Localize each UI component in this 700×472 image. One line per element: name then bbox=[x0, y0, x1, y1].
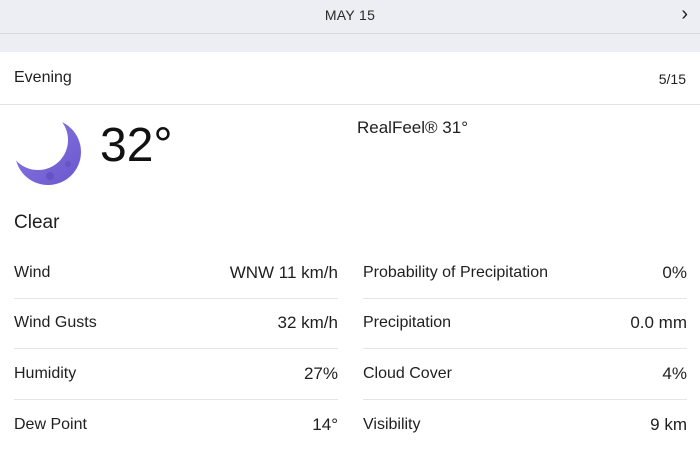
period-title: Evening bbox=[14, 69, 72, 86]
detail-label: Wind bbox=[14, 263, 51, 281]
temperature: 32° bbox=[100, 119, 173, 172]
short-date: 5/15 bbox=[658, 71, 686, 87]
detail-label: Humidity bbox=[14, 364, 77, 382]
detail-label: Visibility bbox=[363, 415, 421, 433]
detail-value: 9 km bbox=[650, 414, 687, 434]
detail-value: 14° bbox=[312, 414, 338, 434]
detail-label: Wind Gusts bbox=[14, 314, 97, 332]
card-header: Evening 5/15 bbox=[0, 52, 700, 105]
detail-row-precip-probability: Probability of Precipitation 0% bbox=[363, 248, 687, 299]
detail-row-wind: Wind WNW 11 km/h bbox=[14, 248, 338, 299]
detail-label: Cloud Cover bbox=[363, 364, 452, 382]
details-right: Probability of Precipitation 0% Precipit… bbox=[363, 248, 687, 450]
date-label: MAY 15 bbox=[324, 7, 376, 23]
detail-row-cloud-cover: Cloud Cover 4% bbox=[363, 349, 687, 400]
moon-icon bbox=[15, 119, 81, 185]
detail-label: Dew Point bbox=[14, 415, 87, 433]
detail-value: 4% bbox=[662, 363, 687, 383]
detail-value: 27% bbox=[303, 363, 338, 383]
chevron-right-icon[interactable]: › bbox=[681, 4, 688, 24]
detail-row-visibility: Visibility 9 km bbox=[363, 400, 687, 451]
detail-value: 32 km/h bbox=[277, 313, 338, 333]
date-navigation-bar: MAY 15 › bbox=[0, 0, 700, 34]
detail-row-humidity: Humidity 27% bbox=[14, 349, 338, 400]
detail-value: 0% bbox=[662, 262, 687, 282]
details-left: Wind WNW 11 km/h Wind Gusts 32 km/h Humi… bbox=[14, 248, 338, 450]
detail-row-dew-point: Dew Point 14° bbox=[14, 400, 338, 451]
detail-label: Probability of Precipitation bbox=[363, 263, 548, 281]
detail-row-precipitation: Precipitation 0.0 mm bbox=[363, 299, 687, 349]
detail-value: WNW 11 km/h bbox=[229, 262, 338, 282]
forecast-card: Evening 5/15 32° RealFeel® 31° Clear Win… bbox=[0, 52, 700, 472]
detail-row-wind-gusts: Wind Gusts 32 km/h bbox=[14, 299, 338, 349]
condition: Clear bbox=[14, 212, 60, 233]
detail-value: 0.0 mm bbox=[630, 313, 687, 333]
detail-label: Precipitation bbox=[363, 314, 452, 332]
realfeel: RealFeel® 31° bbox=[357, 118, 468, 137]
